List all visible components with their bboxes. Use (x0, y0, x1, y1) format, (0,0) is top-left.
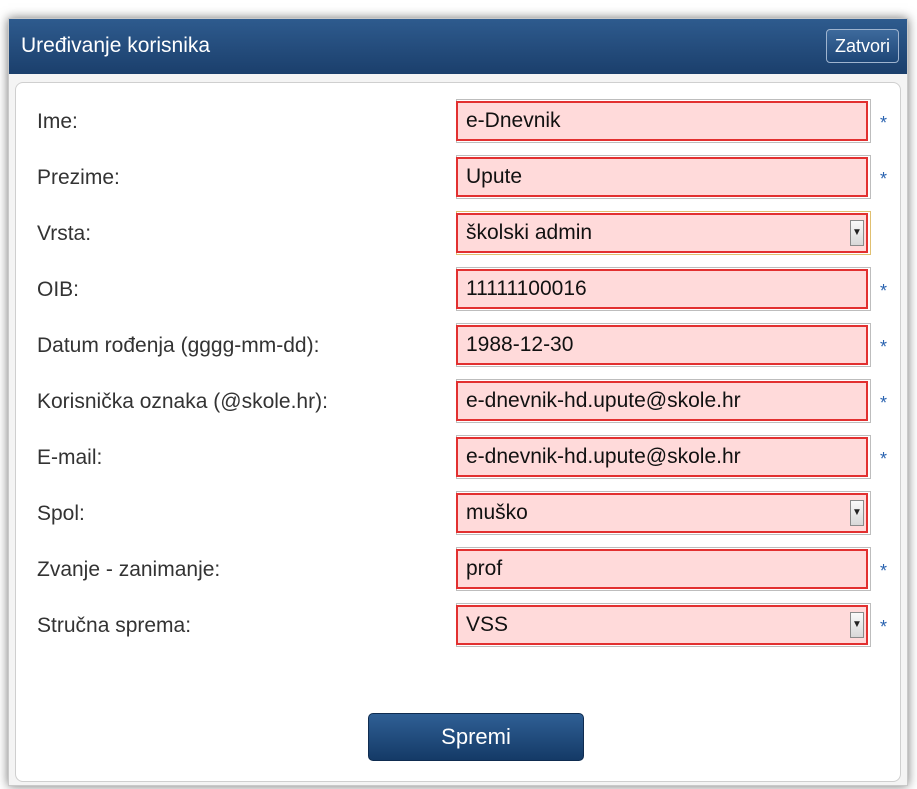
close-button[interactable]: Zatvori (825, 29, 899, 63)
field-label: Ime: (37, 110, 78, 133)
gender-select[interactable]: muško ▼ (456, 493, 868, 533)
field-label: Spol: (37, 502, 85, 525)
chevron-down-icon[interactable]: ▼ (850, 500, 864, 526)
chevron-down-icon[interactable]: ▼ (850, 220, 864, 246)
form-row-spol: Spol: muško ▼ (16, 489, 900, 537)
required-marker: * (880, 337, 888, 357)
required-marker: * (880, 113, 888, 133)
required-marker: * (880, 449, 888, 469)
field-label: Prezime: (37, 166, 120, 189)
form-row-oib: OIB: 11111100016 * (16, 265, 900, 313)
save-button[interactable]: Spremi (368, 713, 584, 761)
form-row-datum-rodjenja: Datum rođenja (gggg-mm-dd): 1988-12-30 * (16, 321, 900, 369)
field-label: E-mail: (37, 446, 103, 469)
form-row-zvanje: Zvanje - zanimanje: prof * (16, 545, 900, 593)
select-value: VSS (466, 613, 509, 636)
form-panel: Ime: e-Dnevnik * Prezime: Upute * Vrsta:… (15, 82, 901, 782)
select-value: školski admin (466, 221, 593, 244)
required-marker: * (880, 617, 888, 637)
form-row-email: E-mail: e-dnevnik-hd.upute@skole.hr * (16, 433, 900, 481)
required-marker: * (880, 169, 888, 189)
form-row-vrsta: Vrsta: školski admin ▼ (16, 209, 900, 257)
form-row-korisnicka-oznaka: Korisnička oznaka (@skole.hr): e-dnevnik… (16, 377, 900, 425)
first-name-input[interactable]: e-Dnevnik (456, 101, 868, 141)
field-label: Zvanje - zanimanje: (37, 558, 221, 581)
oib-input[interactable]: 11111100016 (456, 269, 868, 309)
qualification-select[interactable]: VSS ▼ (456, 605, 868, 645)
field-label: Stručna sprema: (37, 614, 192, 637)
required-marker: * (880, 393, 888, 413)
birth-date-input[interactable]: 1988-12-30 (456, 325, 868, 365)
edit-user-dialog: Uređivanje korisnika Zatvori Ime: e-Dnev… (8, 18, 908, 786)
field-label: OIB: (37, 278, 80, 301)
form-row-ime: Ime: e-Dnevnik * (16, 97, 900, 145)
dialog-title: Uređivanje korisnika (21, 34, 211, 57)
field-label: Vrsta: (37, 222, 92, 245)
chevron-down-icon[interactable]: ▼ (850, 612, 864, 638)
user-type-select[interactable]: školski admin ▼ (456, 213, 868, 253)
form-row-strucna-sprema: Stručna sprema: VSS ▼ * (16, 601, 900, 649)
field-label: Korisnička oznaka (@skole.hr): (37, 390, 328, 413)
last-name-input[interactable]: Upute (456, 157, 868, 197)
field-label: Datum rođenja (gggg-mm-dd): (37, 334, 320, 357)
select-value: muško (466, 501, 528, 524)
username-input[interactable]: e-dnevnik-hd.upute@skole.hr (456, 381, 868, 421)
required-marker: * (880, 281, 888, 301)
occupation-input[interactable]: prof (456, 549, 868, 589)
form-row-prezime: Prezime: Upute * (16, 153, 900, 201)
required-marker: * (880, 561, 888, 581)
email-input[interactable]: e-dnevnik-hd.upute@skole.hr (456, 437, 868, 477)
dialog-titlebar: Uređivanje korisnika Zatvori (9, 19, 907, 74)
